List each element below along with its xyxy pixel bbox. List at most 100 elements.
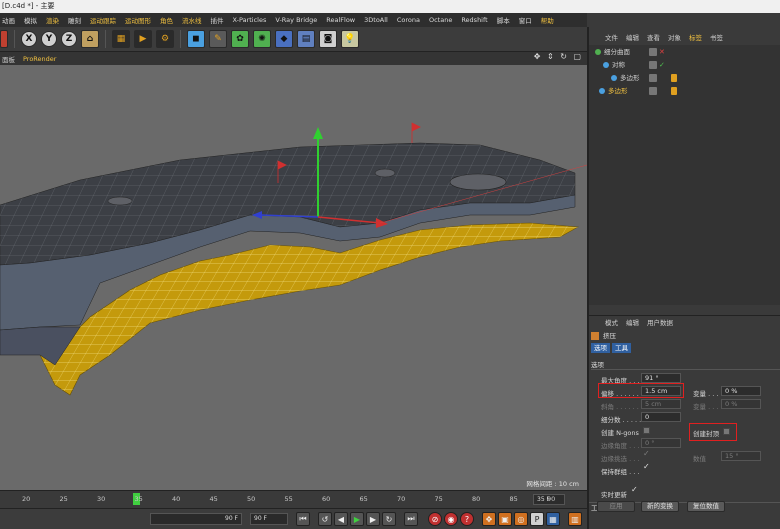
menu-item[interactable]: 窗口 [519,15,532,25]
attribute-manager-tab[interactable]: 模式 [605,317,618,327]
variation-input[interactable]: 0 % [721,386,761,396]
record-keys-icon[interactable]: ⊘ [428,512,442,526]
apply-button[interactable]: 应用 [597,501,635,512]
menu-item[interactable]: 运动跟踪 [90,15,116,25]
attribute-manager-tab[interactable]: 编辑 [626,317,639,327]
menu-item[interactable]: V-Ray Bridge [275,16,317,24]
object-manager-tab[interactable]: 编辑 [626,32,639,42]
edge-angle-input[interactable]: 0 ° [641,438,681,448]
visibility-toggle-icon[interactable] [649,61,657,69]
parameter-key-icon[interactable]: P [530,512,544,526]
autokey-icon[interactable]: ◉ [444,512,458,526]
menu-item[interactable]: Corona [397,16,420,24]
menu-item[interactable]: 角色 [160,15,173,25]
object-row[interactable]: 多边形 [589,86,780,97]
menu-item[interactable]: 动画 [2,15,15,25]
object-name[interactable]: 多边形 [620,73,640,84]
object-row[interactable]: 细分曲面 ✕ [589,47,780,58]
object-manager-tab[interactable]: 标签 [689,32,702,42]
visibility-toggle-icon[interactable] [649,87,657,95]
previous-frame-button[interactable]: ◀ [334,512,348,526]
attribute-manager-tab[interactable]: 用户数据 [647,317,673,327]
floor-icon[interactable]: ▤ [297,30,315,48]
object-row[interactable]: 多边形 [589,73,780,84]
value-input[interactable]: 15 ° [721,451,761,461]
y-axis-lock-button[interactable]: Y [41,31,57,47]
viewport-navigation-icons[interactable]: ✥ ⇕ ↻ ▢ [534,52,583,61]
3d-viewport[interactable]: 网格间距 : 10 cm [0,65,587,490]
tab-tool[interactable]: 工具 [612,343,631,353]
go-to-start-button[interactable]: ⏮ [296,512,310,526]
next-key-button[interactable]: ↻ [382,512,396,526]
object-row[interactable]: 对称 ✓ [589,60,780,71]
menu-item[interactable]: Redshift [461,16,487,24]
object-manager-tree[interactable]: 细分曲面 ✕ 对称 ✓ 多边形 多边形 [589,45,780,305]
realtime-update-checkmark-icon[interactable]: ✓ [631,485,638,494]
menu-item[interactable]: 插件 [211,15,224,25]
menu-item[interactable]: 3DtoAll [364,16,388,24]
bevel-input[interactable]: 5 cm [641,399,681,409]
go-to-end-button[interactable]: ⏭ [404,512,418,526]
menu-item[interactable]: X-Particles [233,16,267,24]
enable-state-icon[interactable]: ✓ [659,60,665,71]
preview-max-frame-field[interactable]: 90 F [250,513,288,525]
z-axis-lock-button[interactable]: Z [61,31,77,47]
object-tag-icon[interactable] [671,74,677,82]
viewport-menu-prorender[interactable]: ProRender [23,55,56,63]
timeline-ruler[interactable]: 35 F 20 25 30 35 40 45 50 55 60 65 70 75 80 85 90 [0,490,587,508]
new-transform-button[interactable]: 新的变换 [641,501,679,512]
menu-item[interactable]: 渲染 [46,15,59,25]
object-tag-icon[interactable] [671,87,677,95]
keep-groups-checkmark-icon[interactable]: ✓ [643,462,650,471]
previous-key-button[interactable]: ↺ [318,512,332,526]
subdivision-input[interactable]: 0 [641,412,681,422]
create-ngons-checkbox[interactable] [643,427,650,434]
render-view-icon[interactable]: ▦ [112,30,130,48]
menu-item[interactable]: 运动图形 [125,15,151,25]
menu-item[interactable]: 流水线 [182,15,202,25]
play-button[interactable]: ▶ [350,512,364,526]
object-name[interactable]: 细分曲面 [604,47,630,58]
subdivision-icon[interactable]: ✿ [231,30,249,48]
film-strip-icon[interactable]: ▥ [568,512,582,526]
max-angle-input[interactable]: 91 ° [641,373,681,383]
cube-icon[interactable]: ◼ [187,30,205,48]
keyframe-selection-icon[interactable]: ? [460,512,474,526]
visibility-toggle-icon[interactable] [649,74,657,82]
menu-item[interactable]: 脚本 [497,15,510,25]
point-level-key-icon[interactable]: ▦ [546,512,560,526]
menu-item[interactable]: 模拟 [24,15,37,25]
menu-item[interactable]: Octane [429,16,452,24]
render-settings-icon[interactable]: ⚙ [156,30,174,48]
tab-options[interactable]: 选项 [591,343,610,353]
visibility-toggle-icon[interactable] [649,48,657,56]
reset-values-button[interactable]: 复位数值 [687,501,725,512]
object-manager-tab[interactable]: 书签 [710,32,723,42]
pen-icon[interactable]: ✎ [209,30,227,48]
object-manager-tab[interactable]: 文件 [605,32,618,42]
preview-min-frame-field[interactable]: 90 F [150,513,242,525]
object-name[interactable]: 多边形 [608,86,628,97]
cloner-icon[interactable]: ✺ [253,30,271,48]
position-key-icon[interactable]: ✥ [482,512,496,526]
menu-item[interactable]: 帮助 [541,15,554,25]
menu-item[interactable]: 雕刻 [68,15,81,25]
next-frame-button[interactable]: ▶ [366,512,380,526]
object-manager-tab[interactable]: 对象 [668,32,681,42]
render-picture-viewer-icon[interactable]: ▶ [134,30,152,48]
rotation-key-icon[interactable]: ◎ [514,512,528,526]
x-axis-lock-button[interactable]: X [21,31,37,47]
edge-selection-checkmark-icon[interactable]: ✓ [643,449,650,458]
enable-state-icon[interactable]: ✕ [659,47,665,58]
camera-icon[interactable]: ◙ [319,30,337,48]
scale-key-icon[interactable]: ▣ [498,512,512,526]
light-icon[interactable]: 💡 [341,30,359,48]
object-manager-tab[interactable]: 查看 [647,32,660,42]
coordinate-system-icon[interactable]: ⌂ [81,30,99,48]
viewport-menu-panel[interactable]: 面板 [2,54,15,64]
menu-item[interactable]: RealFlow [326,16,355,24]
undo-icon[interactable] [0,30,8,48]
deformer-icon[interactable]: ◆ [275,30,293,48]
variation2-input[interactable]: 0 % [721,399,761,409]
object-name[interactable]: 对称 [612,60,625,71]
